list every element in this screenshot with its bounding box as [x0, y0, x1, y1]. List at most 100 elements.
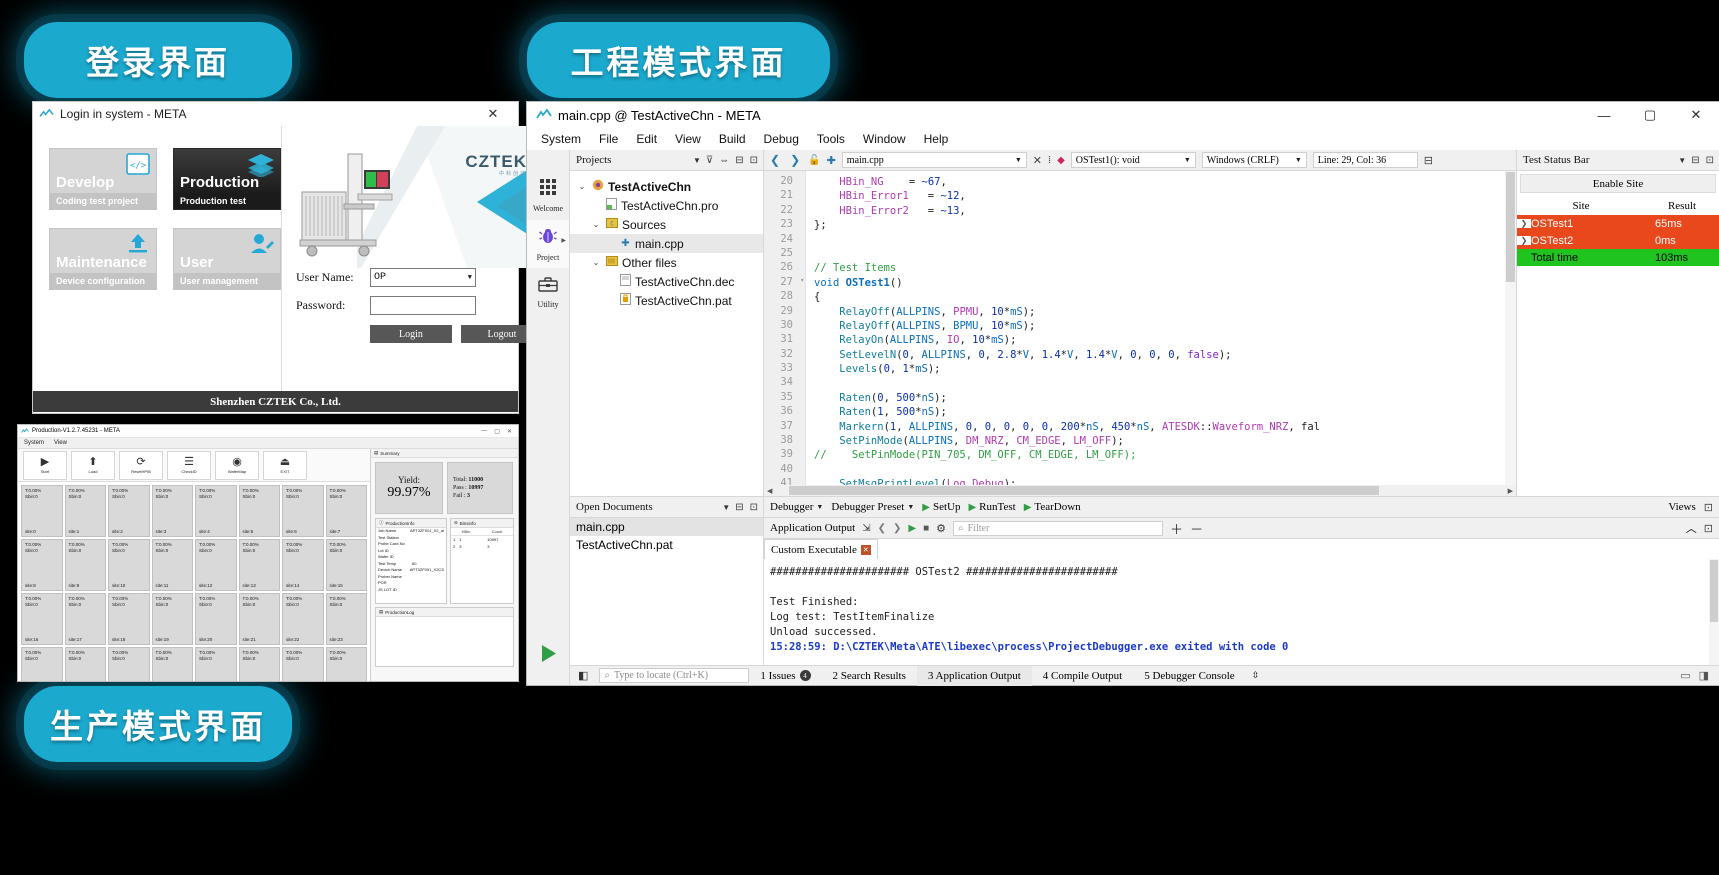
chevron-down-icon[interactable]: ▼ [1673, 156, 1691, 165]
gear-icon[interactable]: ⚙ [936, 522, 946, 535]
maximize-pane-icon[interactable]: ⊡ [1704, 522, 1713, 535]
locate-input[interactable]: ⌕ Type to locate (Ctrl+K) [599, 668, 750, 683]
status-bar-item[interactable]: 1 Issues 4 [749, 666, 821, 686]
nav-back-icon[interactable]: ❮ [768, 153, 782, 168]
rail-item-welcome[interactable]: Welcome [527, 172, 569, 220]
views-button[interactable]: Views [1668, 501, 1695, 513]
site-cell[interactable]: T:0.00%Sbin:0site:27 [151, 647, 193, 681]
tree-node-main-cpp[interactable]: ✚ main.cpp [570, 234, 763, 253]
collapse-up-icon[interactable]: ︿ [1686, 520, 1697, 536]
site-cell[interactable]: T:0.00% Sbin:0 site:11 [151, 539, 193, 591]
wrap-lines-icon[interactable]: ⇲ [862, 523, 870, 534]
editor-eol-selector[interactable]: Windows (CRLF) ▼ [1201, 152, 1307, 168]
fold-icon[interactable]: ▾ [800, 277, 804, 284]
split-icon[interactable]: ⊟ [735, 502, 743, 513]
link-icon[interactable]: ⇔ [719, 155, 729, 166]
status-bar-item[interactable]: 4 Compile Output [1032, 666, 1133, 686]
menu-edit[interactable]: Edit [636, 132, 657, 146]
filter-icon[interactable]: ⊽ [706, 155, 713, 166]
menu-file[interactable]: File [599, 132, 618, 146]
collapse-icon[interactable]: ⊡ [750, 502, 758, 513]
tree-node-testactivechn[interactable]: ⌄ TestActiveChn [570, 177, 763, 196]
site-cell[interactable]: T:0.00% Sbin:0 site:22 [282, 593, 324, 645]
site-cell[interactable]: T:0.00%Sbin:0site:29 [238, 647, 280, 681]
maximize-icon[interactable]: ▢ [494, 428, 500, 435]
zoom-in-icon[interactable]: ＋ [1170, 519, 1183, 538]
rail-run-icon[interactable] [527, 644, 570, 663]
site-cell[interactable]: T:0.00% Sbin:0 site:12 [195, 539, 237, 591]
maximize-icon[interactable]: ▢ [1627, 102, 1673, 128]
site-cell[interactable]: T:0.00%Sbin:0site:31 [325, 647, 367, 681]
rail-item-project[interactable]: Project ▶ [527, 220, 569, 268]
site-cell[interactable]: T:0.00% Sbin:0 site:1 [64, 485, 106, 537]
site-cell[interactable]: T:0.00% Sbin:0 site:13 [238, 539, 280, 591]
toolbar-checkid[interactable]: ☰ CheckID [167, 450, 211, 480]
site-cell[interactable]: T:0.00%Sbin:0site:25 [64, 647, 106, 681]
toolbar-wafermap[interactable]: ◉ WaferMap [215, 450, 259, 480]
site-cell[interactable]: T:0.00% Sbin:0 site:18 [108, 593, 150, 645]
test-status-row[interactable]: Total time 103ms [1517, 249, 1719, 266]
site-cell[interactable]: T:0.00%Sbin:0site:26 [108, 647, 150, 681]
status-updown-icon[interactable]: ⇳ [1246, 670, 1266, 681]
status-bar-item[interactable]: 5 Debugger Console [1133, 666, 1245, 686]
collapse-icon[interactable]: ⊡ [1706, 155, 1714, 166]
stop-icon[interactable]: ■ [923, 523, 929, 534]
tree-node-other-files[interactable]: ⌄ Other files [570, 253, 763, 272]
twisty-icon[interactable]: ⌄ [576, 182, 588, 191]
run-icon[interactable]: ▶ [908, 523, 916, 534]
tile-develop[interactable]: </> Develop Coding test project [49, 148, 157, 210]
site-cell[interactable]: T:0.00%Sbin:0site:24 [21, 647, 63, 681]
site-cell[interactable]: T:0.00% Sbin:0 site:4 [195, 485, 237, 537]
menu-system[interactable]: System [24, 440, 44, 446]
site-cell[interactable]: T:0.00% Sbin:0 site:21 [238, 593, 280, 645]
tile-production[interactable]: Production Production test [173, 148, 281, 210]
open-document-item[interactable]: main.cpp [570, 518, 763, 536]
test-status-row[interactable]: ❯ OSTest1 65ms [1517, 215, 1719, 232]
collapse-icon[interactable]: ⊡ [750, 155, 758, 166]
site-cell[interactable]: T:0.00% Sbin:0 site:8 [21, 539, 63, 591]
menu-view[interactable]: View [675, 132, 701, 146]
twisty-icon[interactable]: ⌄ [590, 258, 602, 267]
test-status-row[interactable]: ❯ OSTest2 0ms [1517, 232, 1719, 249]
lock-icon[interactable]: 🔓 [808, 155, 820, 166]
application-output-text[interactable]: ###################### OSTest2 #########… [764, 559, 1719, 665]
debugger-selector[interactable]: Debugger ▼ [770, 501, 823, 513]
site-cell[interactable]: T:0.00% Sbin:0 site:15 [325, 539, 367, 591]
editor-symbol-selector[interactable]: OSTest1(): void ▼ [1070, 152, 1196, 168]
expand-icon[interactable]: ❯ [1517, 236, 1531, 245]
split-icon[interactable]: ⊟ [735, 155, 743, 166]
toolbar-exit[interactable]: ⏏ EXIT [263, 450, 307, 480]
site-cell[interactable]: T:0.00% Sbin:0 site:10 [108, 539, 150, 591]
menu-debug[interactable]: Debug [764, 132, 799, 146]
editor-vertical-scrollbar[interactable] [1505, 171, 1516, 485]
site-cell[interactable]: T:0.00% Sbin:0 site:9 [64, 539, 106, 591]
scrollbar-thumb[interactable] [1506, 172, 1515, 282]
site-cell[interactable]: T:0.00% Sbin:0 site:2 [108, 485, 150, 537]
rail-item-utility[interactable]: Utility [527, 268, 569, 316]
editor-horizontal-scrollbar[interactable]: ◀ ▶ [764, 485, 1516, 496]
twisty-icon[interactable]: ⌄ [590, 220, 602, 229]
panel-toggle-icon[interactable]: ◨ [1699, 669, 1709, 682]
status-bar-item[interactable]: 3 Application Output [916, 665, 1032, 686]
output-scrollbar[interactable] [1709, 559, 1719, 665]
site-cell[interactable]: T:0.00% Sbin:0 site:16 [21, 593, 63, 645]
tile-maintenance[interactable]: Maintenance Device configuration [49, 228, 157, 290]
login-button[interactable]: Login [370, 325, 452, 343]
code-editor[interactable]: 20 21 22 23 24 25 26 27 ▾ 28 29 30 31 32 33 34 35 36 37 38 3… [764, 171, 1516, 485]
split-icon[interactable]: ⊟ [1691, 155, 1699, 166]
nav-forward-icon[interactable]: ❯ [788, 153, 802, 168]
tree-node-testactivechn-dec[interactable]: TestActiveChn.dec [570, 272, 763, 291]
editor-close-icon[interactable]: ✕ [1033, 154, 1042, 167]
site-cell[interactable]: T:0.00% Sbin:0 site:0 [21, 485, 63, 537]
username-select[interactable]: OP ▼ [370, 268, 476, 287]
site-cell[interactable]: T:0.00% Sbin:0 site:20 [195, 593, 237, 645]
scrollbar-thumb[interactable] [1710, 560, 1718, 622]
tree-node-testactivechn-pro[interactable]: TestActiveChn.pro [570, 196, 763, 215]
site-cell[interactable]: T:0.00% Sbin:0 site:3 [151, 485, 193, 537]
site-cell[interactable]: T:0.00% Sbin:0 site:5 [238, 485, 280, 537]
menu-system[interactable]: System [541, 132, 581, 146]
close-icon[interactable]: ✕ [507, 428, 512, 435]
code-content[interactable]: HBin_NG = ~67, HBin_Error1 = ~12, HBin_E… [806, 171, 1516, 485]
expand-icon[interactable]: ❯ [1517, 219, 1531, 228]
bin-row[interactable]: 1 1 10997 [451, 536, 513, 543]
